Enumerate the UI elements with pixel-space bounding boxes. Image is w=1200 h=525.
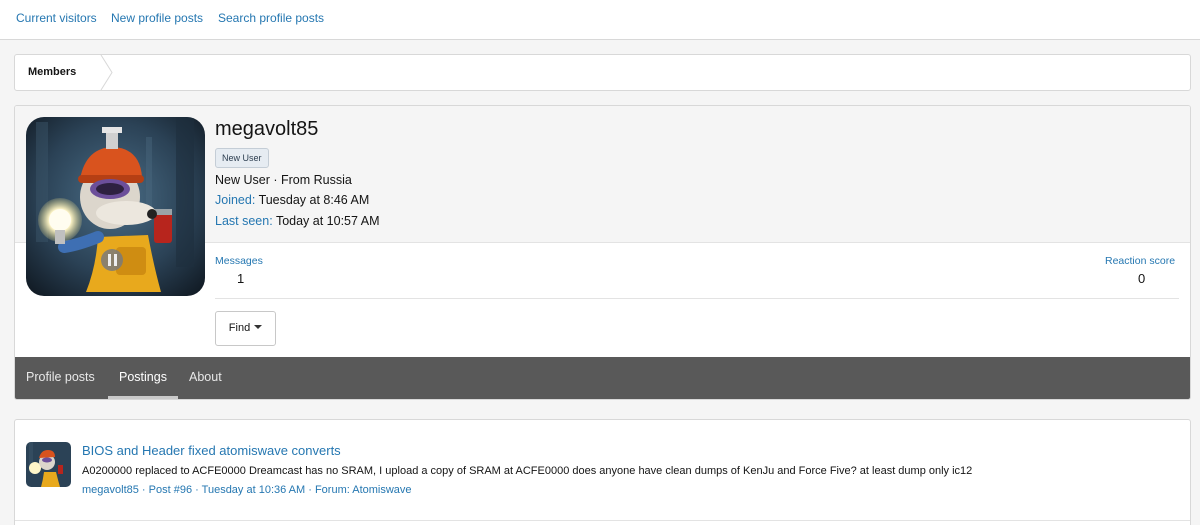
breadcrumb-item-members[interactable]: Members — [15, 55, 94, 90]
user-title-badge: New User — [215, 148, 269, 168]
post-meta[interactable]: megavolt85 · Post #96 · Tuesday at 10:36… — [82, 484, 412, 496]
profile-username: megavolt85 — [215, 118, 319, 140]
caret-down-icon — [254, 325, 263, 329]
find-button-label: Find — [228, 322, 251, 334]
post-divider — [15, 520, 1190, 521]
member-profile-card: megavolt85 New User New User · From Russ… — [14, 105, 1191, 400]
profile-joined-row: Joined: Tuesday at 8:46 AM — [215, 193, 369, 207]
last-seen-value[interactable]: Today at 10:57 AM — [276, 214, 380, 228]
profile-tabs: Profile posts Postings About — [15, 357, 1190, 399]
last-seen-label: Last seen: — [215, 214, 273, 228]
messages-label[interactable]: Messages — [215, 255, 263, 267]
joined-value: Tuesday at 8:46 AM — [258, 193, 370, 207]
avatar[interactable] — [26, 117, 205, 296]
post-snippet: A0200000 replaced to ACFE0000 Dreamcast … — [82, 465, 973, 477]
profile-last-seen-row: Last seen: Today at 10:57 AM — [215, 214, 379, 228]
nav-link-new-profile-posts[interactable]: New profile posts — [111, 11, 203, 25]
breadcrumb: Members — [14, 54, 1191, 91]
post-title-link[interactable]: BIOS and Header fixed atomiswave convert… — [82, 443, 341, 458]
joined-label: Joined: — [215, 193, 256, 207]
tab-profile-posts[interactable]: Profile posts — [26, 357, 95, 399]
messages-value[interactable]: 1 — [237, 271, 244, 286]
tab-about[interactable]: About — [189, 357, 222, 399]
tab-postings[interactable]: Postings — [108, 357, 178, 399]
profile-title-line: New User · From Russia — [215, 173, 352, 187]
chevron-right-icon — [100, 55, 113, 90]
reaction-score-value[interactable]: 0 — [1138, 271, 1145, 286]
post-author-avatar[interactable] — [26, 442, 71, 487]
stats-divider — [215, 298, 1179, 299]
sub-navigation: Current visitors New profile posts Searc… — [0, 0, 1200, 40]
nav-link-search-profile-posts[interactable]: Search profile posts — [218, 11, 324, 25]
reaction-score-label[interactable]: Reaction score — [1105, 255, 1175, 267]
postings-list: BIOS and Header fixed atomiswave convert… — [14, 419, 1191, 525]
nav-link-current-visitors[interactable]: Current visitors — [16, 11, 97, 25]
find-dropdown-button[interactable]: Find — [215, 311, 276, 346]
